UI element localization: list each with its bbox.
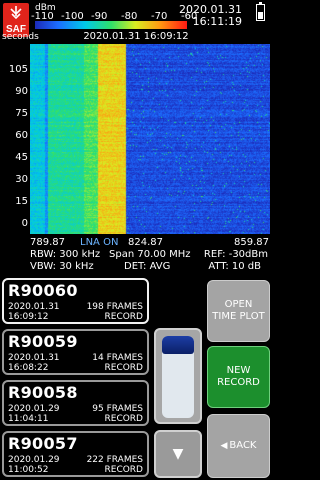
list-scrollbar[interactable]: [154, 328, 202, 424]
recording-date: 2020.01.31: [8, 302, 60, 312]
left-triangle-icon: ◀: [220, 441, 228, 451]
freq-center: 824.87: [128, 237, 163, 248]
y-tick: 30: [15, 174, 28, 185]
recording-item[interactable]: R90060 2020.01.31 16:09:12 198 FRAMES RE…: [2, 278, 149, 324]
recording-frames: 95 FRAMES: [92, 404, 143, 414]
open-time-plot-label: OPEN TIME PLOT: [212, 299, 265, 322]
down-triangle-icon: ▼: [172, 446, 184, 462]
recording-date: 2020.01.31: [8, 353, 60, 363]
recording-date: 2020.01.29: [8, 455, 60, 465]
y-tick: 45: [15, 152, 28, 163]
battery-icon: [256, 2, 265, 21]
recording-time: 16:09:12: [8, 312, 49, 322]
y-tick: 90: [15, 86, 28, 97]
waterfall-timestamp: 2020.01.31 16:09:12: [83, 31, 189, 42]
recording-frames: 14 FRAMES: [92, 353, 143, 363]
recording-time: 11:04:11: [8, 414, 49, 424]
new-record-label: NEW RECORD: [217, 365, 260, 388]
scroll-down-button[interactable]: ▼: [154, 430, 202, 478]
recording-name: R90059: [8, 332, 78, 351]
rbw-setting: RBW: 300 kHz: [30, 249, 101, 260]
back-button[interactable]: ◀ BACK: [207, 414, 270, 478]
recording-item[interactable]: R90057 2020.01.29 11:00:52 222 FRAMES RE…: [2, 431, 149, 477]
scrollbar-thumb[interactable]: [162, 336, 194, 354]
y-tick: 105: [8, 64, 28, 75]
open-time-plot-button[interactable]: OPEN TIME PLOT: [207, 280, 270, 342]
recording-frames: 222 FRAMES: [86, 455, 143, 465]
new-record-button[interactable]: NEW RECORD: [207, 346, 270, 408]
ref-setting: REF: -30dBm: [203, 249, 268, 260]
recording-frames: 198 FRAMES: [86, 302, 143, 312]
scrollbar-track[interactable]: [162, 336, 194, 418]
freq-start: 789.87: [30, 237, 65, 248]
recording-name: R90057: [8, 434, 78, 453]
span-setting: Span 70.00 MHz: [109, 249, 191, 260]
lna-status: LNA ON: [80, 237, 119, 248]
freq-end: 859.87: [234, 237, 269, 248]
vbw-setting: VBW: 30 kHz: [30, 261, 94, 272]
recording-item[interactable]: R90058 2020.01.29 11:04:11 95 FRAMES REC…: [2, 380, 149, 426]
y-tick: 60: [15, 130, 28, 141]
recording-type: RECORD: [104, 465, 144, 475]
recording-name: R90060: [8, 281, 78, 300]
recording-type: RECORD: [104, 414, 144, 424]
waterfall-canvas[interactable]: [30, 44, 270, 234]
y-tick: 75: [15, 108, 28, 119]
recording-name: R90058: [8, 383, 78, 402]
color-scale-bar: [35, 21, 187, 29]
y-tick: 0: [21, 218, 28, 229]
recording-time: 16:08:22: [8, 363, 49, 373]
back-label: BACK: [229, 440, 257, 451]
recording-time: 11:00:52: [8, 465, 49, 475]
det-setting: DET: AVG: [124, 261, 171, 272]
recording-type: RECORD: [104, 312, 144, 322]
recording-date: 2020.01.29: [8, 404, 60, 414]
waterfall-spectrogram[interactable]: [30, 44, 270, 234]
header-time: 16:11:19: [192, 15, 242, 28]
y-tick: 15: [15, 196, 28, 207]
recording-type: RECORD: [104, 363, 144, 373]
att-setting: ATT: 10 dB: [208, 261, 261, 272]
recording-item[interactable]: R90059 2020.01.31 16:08:22 14 FRAMES REC…: [2, 329, 149, 375]
